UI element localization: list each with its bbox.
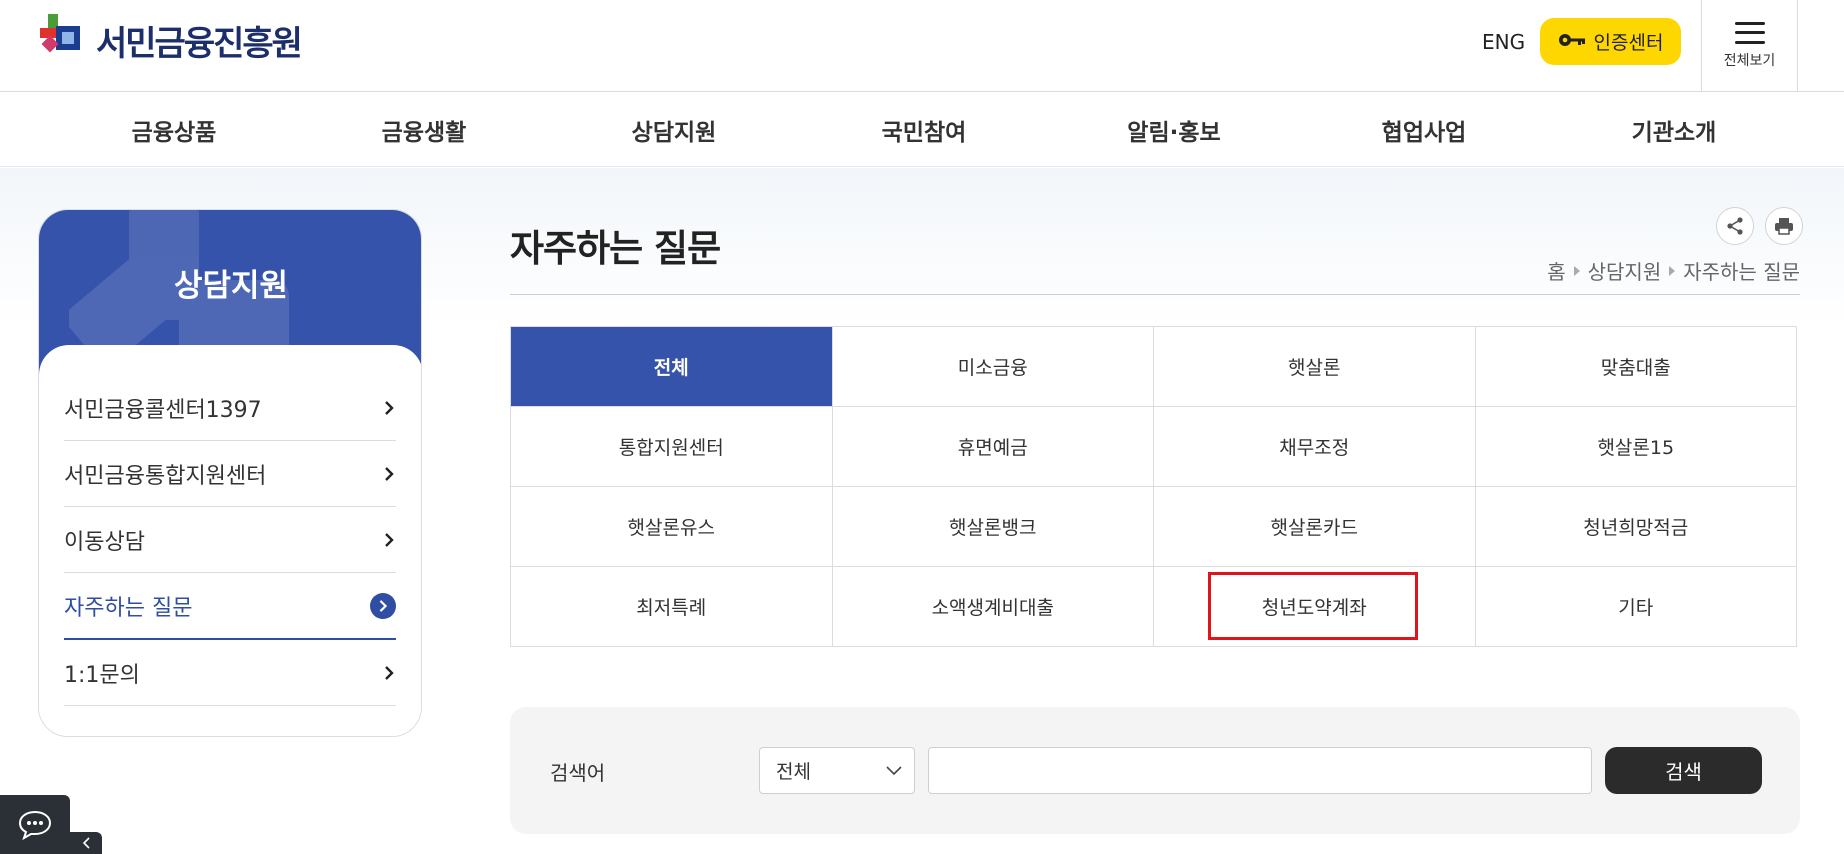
category-tab[interactable]: 청년희망적금 xyxy=(1475,487,1797,567)
breadcrumb-separator-icon xyxy=(1669,265,1676,276)
category-tab[interactable]: 기타 xyxy=(1475,567,1797,647)
hamburger-icon xyxy=(1734,21,1765,44)
main-navigation: 금융상품 금융생활 상담지원 국민참여 알림·홍보 협업사업 기관소개 xyxy=(0,92,1844,167)
faq-category-tabs: 전체 미소금융 햇살론 맞춤대출 통합지원센터 휴면예금 채무조정 햇살론15 … xyxy=(510,326,1797,647)
category-tab[interactable]: 햇살론 xyxy=(1154,327,1476,407)
sidebar-item-label: 이동상담 xyxy=(64,529,145,555)
search-input[interactable] xyxy=(928,747,1592,794)
category-tab[interactable]: 맞춤대출 xyxy=(1475,327,1797,407)
category-tab[interactable]: 휴면예금 xyxy=(832,407,1154,487)
category-tab[interactable]: 햇살론카드 xyxy=(1154,487,1476,567)
sidebar-item-label: 서민금융통합지원센터 xyxy=(64,463,267,489)
logo-text: 서민금융진흥원 xyxy=(96,24,303,64)
side-navigation-body: 서민금융콜센터1397 서민금융통합지원센터 이동상담 자주하는 질문 1:1문… xyxy=(39,345,421,736)
auth-center-button[interactable]: 인증센터 xyxy=(1540,18,1681,65)
site-header: 서민금융진흥원 ENG 인증센터 전체보기 xyxy=(0,0,1844,92)
category-tab[interactable]: 햇살론유스 xyxy=(511,487,833,567)
search-button[interactable]: 검색 xyxy=(1605,747,1762,794)
breadcrumb: 홈 상담지원 자주하는 질문 xyxy=(1547,256,1800,285)
category-tab[interactable]: 햇살론15 xyxy=(1475,407,1797,487)
sidebar-item-label: 자주하는 질문 xyxy=(64,595,193,621)
share-button[interactable] xyxy=(1716,207,1754,245)
sidebar-item-support-center[interactable]: 서민금융통합지원센터 xyxy=(64,441,396,507)
sidebar-item-callcenter[interactable]: 서민금융콜센터1397 xyxy=(64,375,396,441)
chevron-right-icon xyxy=(385,532,394,547)
search-scope-value: 전체 xyxy=(776,761,811,783)
sidebar-item-label: 1:1문의 xyxy=(64,662,140,688)
gnb-item-about[interactable]: 기관소개 xyxy=(1574,92,1774,167)
search-label: 검색어 xyxy=(550,761,606,785)
category-tab[interactable]: 햇살론뱅크 xyxy=(832,487,1154,567)
share-icon xyxy=(1727,217,1743,235)
all-menu-label: 전체보기 xyxy=(1723,52,1776,69)
gnb-item-counseling[interactable]: 상담지원 xyxy=(574,92,774,167)
chat-icon xyxy=(18,810,52,840)
page-title: 자주하는 질문 xyxy=(510,227,721,270)
category-tab[interactable]: 전체 xyxy=(511,327,833,407)
gnb-item-financial-products[interactable]: 금융상품 xyxy=(74,92,274,167)
category-tab[interactable]: 채무조정 xyxy=(1154,407,1476,487)
search-scope-select[interactable]: 전체 xyxy=(759,747,915,794)
chevron-down-icon xyxy=(886,765,902,775)
gnb-item-financial-life[interactable]: 금융생활 xyxy=(324,92,524,167)
breadcrumb-current: 자주하는 질문 xyxy=(1683,260,1800,284)
category-tab[interactable]: 소액생계비대출 xyxy=(832,567,1154,647)
logo[interactable]: 서민금융진흥원 xyxy=(38,10,303,65)
gnb-item-cooperation[interactable]: 협업사업 xyxy=(1324,92,1524,167)
chevron-left-icon xyxy=(82,837,90,849)
title-divider xyxy=(510,294,1800,295)
logo-mark-icon xyxy=(38,12,90,64)
chat-collapse-button[interactable] xyxy=(70,832,102,854)
chevron-right-circle-icon xyxy=(370,592,396,619)
breadcrumb-item[interactable]: 상담지원 xyxy=(1588,256,1662,285)
print-button[interactable] xyxy=(1765,207,1803,245)
chatbot-button[interactable] xyxy=(0,795,70,854)
category-tab[interactable]: 최저특례 xyxy=(511,567,833,647)
side-navigation-title: 상담지원 xyxy=(173,268,289,304)
gnb-item-news[interactable]: 알림·홍보 xyxy=(1074,92,1274,167)
language-link[interactable]: ENG xyxy=(1482,30,1525,54)
search-panel: 검색어 전체 검색 xyxy=(510,707,1800,834)
sidebar-item-faq[interactable]: 자주하는 질문 xyxy=(64,573,396,640)
chevron-right-icon xyxy=(385,665,394,680)
gnb-item-participation[interactable]: 국민참여 xyxy=(824,92,1024,167)
chevron-right-icon xyxy=(385,400,394,415)
category-tab[interactable]: 미소금융 xyxy=(832,327,1154,407)
side-navigation: 상담지원 서민금융콜센터1397 서민금융통합지원센터 이동상담 자주하는 질문 xyxy=(38,209,422,737)
category-tab[interactable]: 통합지원센터 xyxy=(511,407,833,487)
sidebar-item-label: 서민금융콜센터1397 xyxy=(64,397,262,423)
print-icon xyxy=(1775,218,1793,235)
sidebar-item-mobile-counseling[interactable]: 이동상담 xyxy=(64,507,396,573)
key-icon xyxy=(1558,31,1586,53)
sidebar-item-inquiry[interactable]: 1:1문의 xyxy=(64,640,396,706)
breadcrumb-home[interactable]: 홈 xyxy=(1547,256,1565,285)
all-menu-button[interactable]: 전체보기 xyxy=(1701,0,1798,91)
category-tab-youth-leap-account[interactable]: 청년도약계좌 xyxy=(1154,567,1476,647)
chevron-right-icon xyxy=(385,466,394,481)
breadcrumb-separator-icon xyxy=(1573,265,1580,276)
auth-center-label: 인증센터 xyxy=(1593,32,1664,54)
